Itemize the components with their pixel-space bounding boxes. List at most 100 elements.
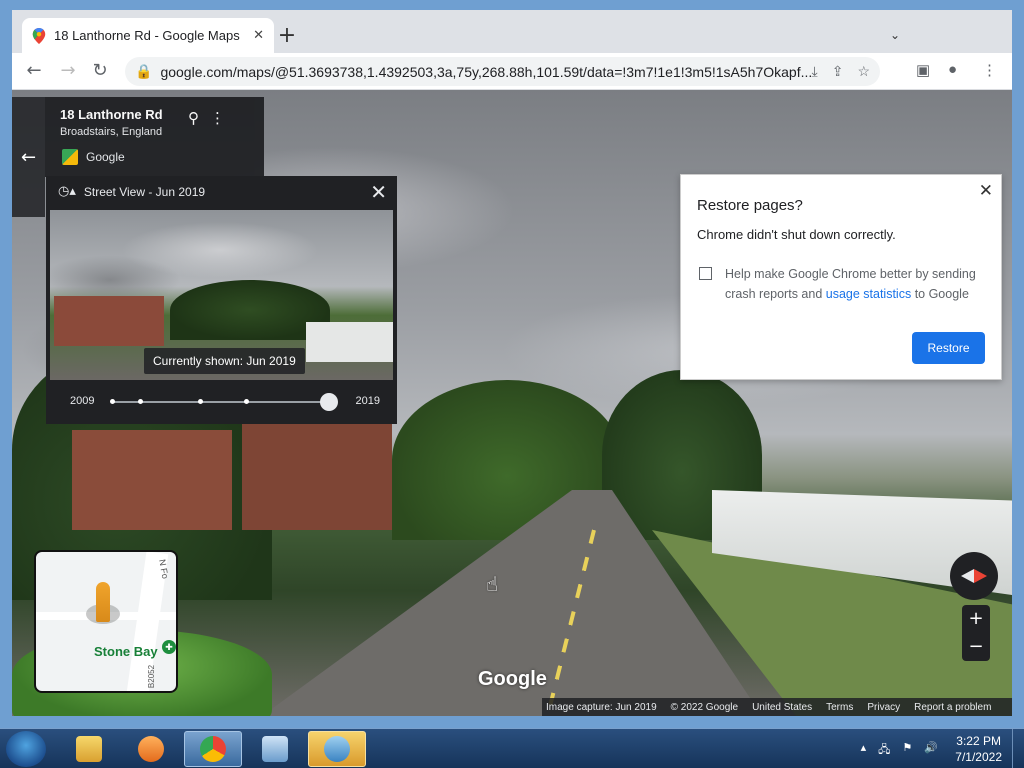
- clock[interactable]: 3:22 PM 7/1/2022: [955, 733, 1002, 765]
- share-icon[interactable]: ⇪: [832, 63, 844, 80]
- control-panel-icon: [262, 736, 288, 762]
- start-button[interactable]: [6, 731, 46, 767]
- report-link[interactable]: Report a problem: [914, 702, 991, 713]
- tab-google-maps[interactable]: 18 Lanthorne Rd - Google Maps ✕: [22, 18, 274, 53]
- end-year: 2019: [355, 395, 380, 407]
- road-label: B2052: [147, 664, 157, 689]
- show-desktop-button[interactable]: [1012, 729, 1024, 768]
- image-capture: Image capture: Jun 2019: [546, 701, 657, 713]
- google-source[interactable]: Google: [62, 149, 125, 165]
- help-text-2: to Google: [911, 287, 969, 301]
- timeline-dot[interactable]: [244, 399, 249, 404]
- hand-cursor-icon: ☝: [486, 572, 499, 596]
- pegman-icon: [96, 582, 110, 622]
- restore-subtitle: Chrome didn't shut down correctly.: [697, 227, 896, 242]
- side-panel-icon[interactable]: ▣: [916, 61, 930, 79]
- back-arrow-icon[interactable]: ←: [12, 97, 45, 217]
- address-title: 18 Lanthorne Rd: [60, 107, 163, 122]
- menu-kebab-icon[interactable]: ⋮: [982, 61, 997, 79]
- house-middle: [242, 420, 392, 530]
- restore-pages-dialog: Restore pages? ✕ Chrome didn't shut down…: [680, 174, 1002, 380]
- chrome-task[interactable]: [184, 731, 242, 767]
- url-text: google.com/maps/@51.3693738,1.4392503,3a…: [160, 63, 813, 80]
- compass-needle: [961, 569, 987, 583]
- google-maps-icon: [62, 149, 78, 165]
- crash-report-checkbox[interactable]: [699, 267, 712, 280]
- more-options-icon[interactable]: ⋮: [210, 109, 225, 127]
- show-hidden-icons-icon[interactable]: ▴: [861, 741, 867, 760]
- network-icon[interactable]: 🖧: [878, 741, 890, 760]
- thumb-wall: [306, 322, 393, 362]
- new-tab-button[interactable]: +: [274, 23, 300, 48]
- place-label: Stone Bay: [94, 644, 158, 659]
- clock-date: 7/1/2022: [955, 750, 1002, 764]
- media-player-task[interactable]: [122, 731, 180, 767]
- lock-icon: 🔒: [135, 63, 153, 79]
- browser-window: ▁ ❐ ✕ 18 Lanthorne Rd - Google Maps ✕ + …: [0, 0, 1024, 728]
- time-travel-panel: ◷▴ Street View - Jun 2019 ✕ Currently sh…: [46, 176, 397, 424]
- timeline-dot[interactable]: [110, 399, 115, 404]
- google-watermark: Google: [478, 668, 547, 690]
- terms-link[interactable]: Terms: [826, 702, 853, 713]
- explorer-task[interactable]: [60, 731, 118, 767]
- timeline-dot[interactable]: [198, 399, 203, 404]
- bookmark-star-icon[interactable]: ☆: [857, 63, 870, 80]
- timeline-dot[interactable]: [138, 399, 143, 404]
- restore-button[interactable]: Restore: [912, 332, 985, 364]
- usage-statistics-link[interactable]: usage statistics: [826, 287, 911, 301]
- minimap[interactable]: Stone Bay N Fo B2052 ✚: [34, 550, 178, 693]
- close-panel-icon[interactable]: ✕: [370, 180, 387, 204]
- zoom-out-button[interactable]: −: [962, 633, 990, 661]
- tab-title: 18 Lanthorne Rd - Google Maps: [54, 28, 240, 43]
- install-icon[interactable]: ⤓: [812, 63, 818, 80]
- street-view[interactable]: ← 18 Lanthorne Rd Broadstairs, England G…: [12, 90, 1012, 716]
- tab-strip: 18 Lanthorne Rd - Google Maps ✕ + ⌄: [12, 10, 1012, 53]
- address-subtitle: Broadstairs, England: [60, 126, 163, 138]
- address-card: 18 Lanthorne Rd Broadstairs, England Goo…: [45, 97, 264, 177]
- location-pin-icon[interactable]: ⚲: [188, 109, 199, 127]
- restore-close-icon[interactable]: ✕: [979, 181, 993, 201]
- timeline-knob[interactable]: [320, 393, 338, 411]
- currently-shown-tooltip: Currently shown: Jun 2019: [144, 348, 305, 374]
- chrome-icon: [200, 736, 226, 762]
- house-left: [72, 430, 232, 530]
- source-label: Google: [86, 150, 125, 164]
- start-year: 2009: [70, 395, 95, 407]
- maps-pin-icon: [32, 27, 46, 44]
- zoom-in-button[interactable]: +: [962, 605, 990, 633]
- reload-icon[interactable]: ↻: [88, 60, 112, 81]
- region-link[interactable]: United States: [752, 702, 812, 713]
- road-label: N Fo: [157, 558, 171, 580]
- control-panel-task[interactable]: [246, 731, 304, 767]
- crash-report-text: Help make Google Chrome better by sendin…: [725, 264, 985, 304]
- media-player-icon: [138, 736, 164, 762]
- address-bar[interactable]: 🔒 google.com/maps/@51.3693738,1.4392503,…: [125, 57, 880, 86]
- network-task[interactable]: [308, 731, 366, 767]
- back-icon[interactable]: ←: [22, 60, 46, 81]
- action-center-flag-icon[interactable]: ⚑: [902, 741, 912, 760]
- compass-icon[interactable]: [950, 552, 998, 600]
- restore-title: Restore pages?: [697, 197, 803, 214]
- time-panel-header[interactable]: ◷▴ Street View - Jun 2019: [58, 184, 205, 199]
- timeline-track[interactable]: [112, 401, 332, 403]
- copyright: © 2022 Google: [670, 701, 739, 713]
- volume-icon[interactable]: 🔊: [924, 741, 938, 760]
- tab-close-icon[interactable]: ✕: [253, 28, 264, 43]
- street-view-thumbnail[interactable]: Currently shown: Jun 2019: [50, 210, 393, 380]
- zoom-control: + −: [962, 605, 990, 661]
- folder-icon: [76, 736, 102, 762]
- network-globe-icon: [324, 736, 350, 762]
- system-tray: ▴ 🖧 ⚑ 🔊: [861, 741, 938, 760]
- history-icon: ◷▴: [58, 184, 76, 199]
- profile-avatar-icon[interactable]: ●: [948, 61, 957, 78]
- time-panel-title: Street View - Jun 2019: [83, 184, 206, 199]
- tab-search-chevron-icon[interactable]: ⌄: [890, 28, 900, 42]
- forward-icon[interactable]: →: [56, 60, 80, 81]
- park-icon: ✚: [162, 640, 176, 654]
- taskbar: ▴ 🖧 ⚑ 🔊 3:22 PM 7/1/2022: [0, 728, 1024, 768]
- timeline-slider[interactable]: 2009 2019: [58, 392, 384, 412]
- clock-time: 3:22 PM: [956, 734, 1001, 748]
- privacy-link[interactable]: Privacy: [867, 702, 900, 713]
- map-footer: Image capture: Jun 2019 © 2022 Google Un…: [542, 698, 1012, 716]
- browser-toolbar: ← → ↻ 🔒 google.com/maps/@51.3693738,1.43…: [12, 53, 1012, 90]
